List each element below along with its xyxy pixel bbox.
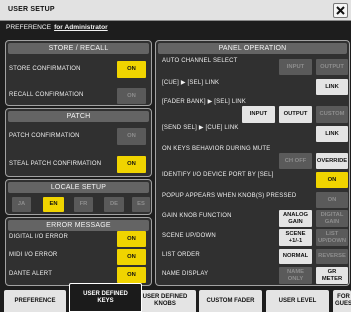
list-up-down-button[interactable]: LIST UP/DOWN — [316, 229, 348, 246]
cue-sel-link-label: [CUE] ▶ [SEL] LINK — [162, 80, 220, 86]
panel-operation-header: PANEL OPERATION — [158, 43, 347, 54]
tab-custom-fader[interactable]: CUSTOM FADER — [199, 290, 262, 312]
send-sel-cue-link-label: [SEND SEL] ▶ [CUE] LINK — [162, 125, 239, 131]
title-bar: USER SETUP — [0, 0, 351, 21]
identify-io-device-port-label: IDENTIFY I/O DEVICE PORT BY [SEL] — [162, 172, 274, 178]
close-icon — [336, 6, 345, 15]
steal-patch-confirmation-toggle[interactable]: ON — [117, 156, 146, 173]
tab-for-guest[interactable]: FOR GUES — [333, 290, 351, 312]
locale-ja-button[interactable]: JA — [12, 197, 31, 212]
name-display-label: NAME DISPLAY — [162, 271, 209, 277]
midi-io-error-toggle[interactable]: ON — [117, 249, 146, 265]
digital-io-error-label: DIGITAL I/O ERROR — [9, 234, 69, 240]
error-message-header: ERROR MESSAGE — [8, 220, 149, 231]
fader-bank-sel-link-label: [FADER BANK] ▶ [SEL] LINK — [162, 99, 246, 105]
window-title: USER SETUP — [8, 6, 55, 13]
popup-knob-pressed-label: POPUP APPEARS WHEN KNOB(S) PRESSED — [162, 193, 297, 199]
midi-io-error-label: MIDI I/O ERROR — [9, 252, 58, 258]
locale-fr-button[interactable]: FR — [74, 197, 93, 212]
patch-confirmation-toggle[interactable]: ON — [117, 128, 146, 145]
override-button[interactable]: OVERRIDE — [316, 153, 348, 169]
locale-en-button[interactable]: EN — [43, 197, 64, 212]
reverse-order-button[interactable]: REVERSE — [316, 249, 348, 264]
tab-preference[interactable]: PREFERENCE — [4, 290, 66, 312]
list-order-label: LIST ORDER — [162, 252, 200, 258]
auto-channel-select-output-button[interactable]: OUTPUT — [316, 59, 348, 75]
tab-user-defined-knobs[interactable]: USER DEFINED KNOBS — [134, 290, 196, 312]
fader-bank-output-button[interactable]: OUTPUT — [279, 106, 312, 123]
scene-plus-minus-button[interactable]: SCENE +1/-1 — [279, 229, 312, 246]
store-recall-header: STORE / RECALL — [8, 43, 149, 54]
dante-alert-label: DANTE ALERT — [9, 271, 53, 277]
locale-setup-header: LOCALE SETUP — [8, 182, 149, 193]
digital-gain-button[interactable]: DIGITAL GAIN — [316, 210, 348, 227]
fader-bank-custom-button[interactable]: CUSTOM — [316, 106, 348, 123]
normal-order-button[interactable]: NORMAL — [279, 249, 312, 264]
recall-confirmation-toggle[interactable]: ON — [117, 88, 146, 104]
store-confirmation-toggle[interactable]: ON — [117, 61, 146, 78]
patch-header: PATCH — [8, 111, 149, 122]
patch-confirmation-label: PATCH CONFIRMATION — [9, 133, 80, 139]
analog-gain-button[interactable]: ANALOG GAIN — [279, 210, 312, 227]
locale-es-button[interactable]: ES — [132, 197, 150, 212]
tab-user-defined-keys[interactable]: USER DEFINED KEYS — [69, 283, 142, 312]
scene-up-down-label: SCENE UP/DOWN — [162, 233, 216, 239]
fader-bank-input-button[interactable]: INPUT — [242, 106, 275, 123]
locale-de-button[interactable]: DE — [104, 197, 124, 212]
digital-io-error-toggle[interactable]: ON — [117, 231, 146, 247]
store-confirmation-label: STORE CONFIRMATION — [9, 66, 81, 72]
dante-alert-toggle[interactable]: ON — [117, 267, 146, 283]
recall-confirmation-label: RECALL CONFIRMATION — [9, 92, 84, 98]
auto-channel-select-label: AUTO CHANNEL SELECT — [162, 58, 238, 64]
send-sel-cue-link-button[interactable]: LINK — [316, 126, 348, 142]
current-user-link[interactable]: for Administrator — [54, 24, 108, 31]
preference-heading: PREFERENCE for Administrator — [6, 24, 108, 32]
tab-user-level[interactable]: USER LEVEL — [266, 290, 329, 312]
steal-patch-confirmation-label: STEAL PATCH CONFIRMATION — [9, 161, 102, 167]
on-keys-behavior-label: ON KEYS BEHAVIOR DURING MUTE — [162, 146, 271, 152]
preference-label: PREFERENCE — [6, 24, 52, 31]
gr-meter-button[interactable]: GR METER — [316, 267, 348, 284]
identify-io-device-port-toggle[interactable]: ON — [316, 172, 348, 188]
ch-off-button[interactable]: CH OFF — [279, 153, 312, 169]
close-button[interactable] — [333, 3, 348, 18]
cue-sel-link-button[interactable]: LINK — [316, 79, 348, 95]
gain-knob-function-label: GAIN KNOB FUNCTION — [162, 213, 232, 219]
popup-knob-pressed-toggle[interactable]: ON — [316, 192, 348, 208]
auto-channel-select-input-button[interactable]: INPUT — [279, 59, 312, 75]
name-only-button[interactable]: NAME ONLY — [279, 267, 312, 284]
